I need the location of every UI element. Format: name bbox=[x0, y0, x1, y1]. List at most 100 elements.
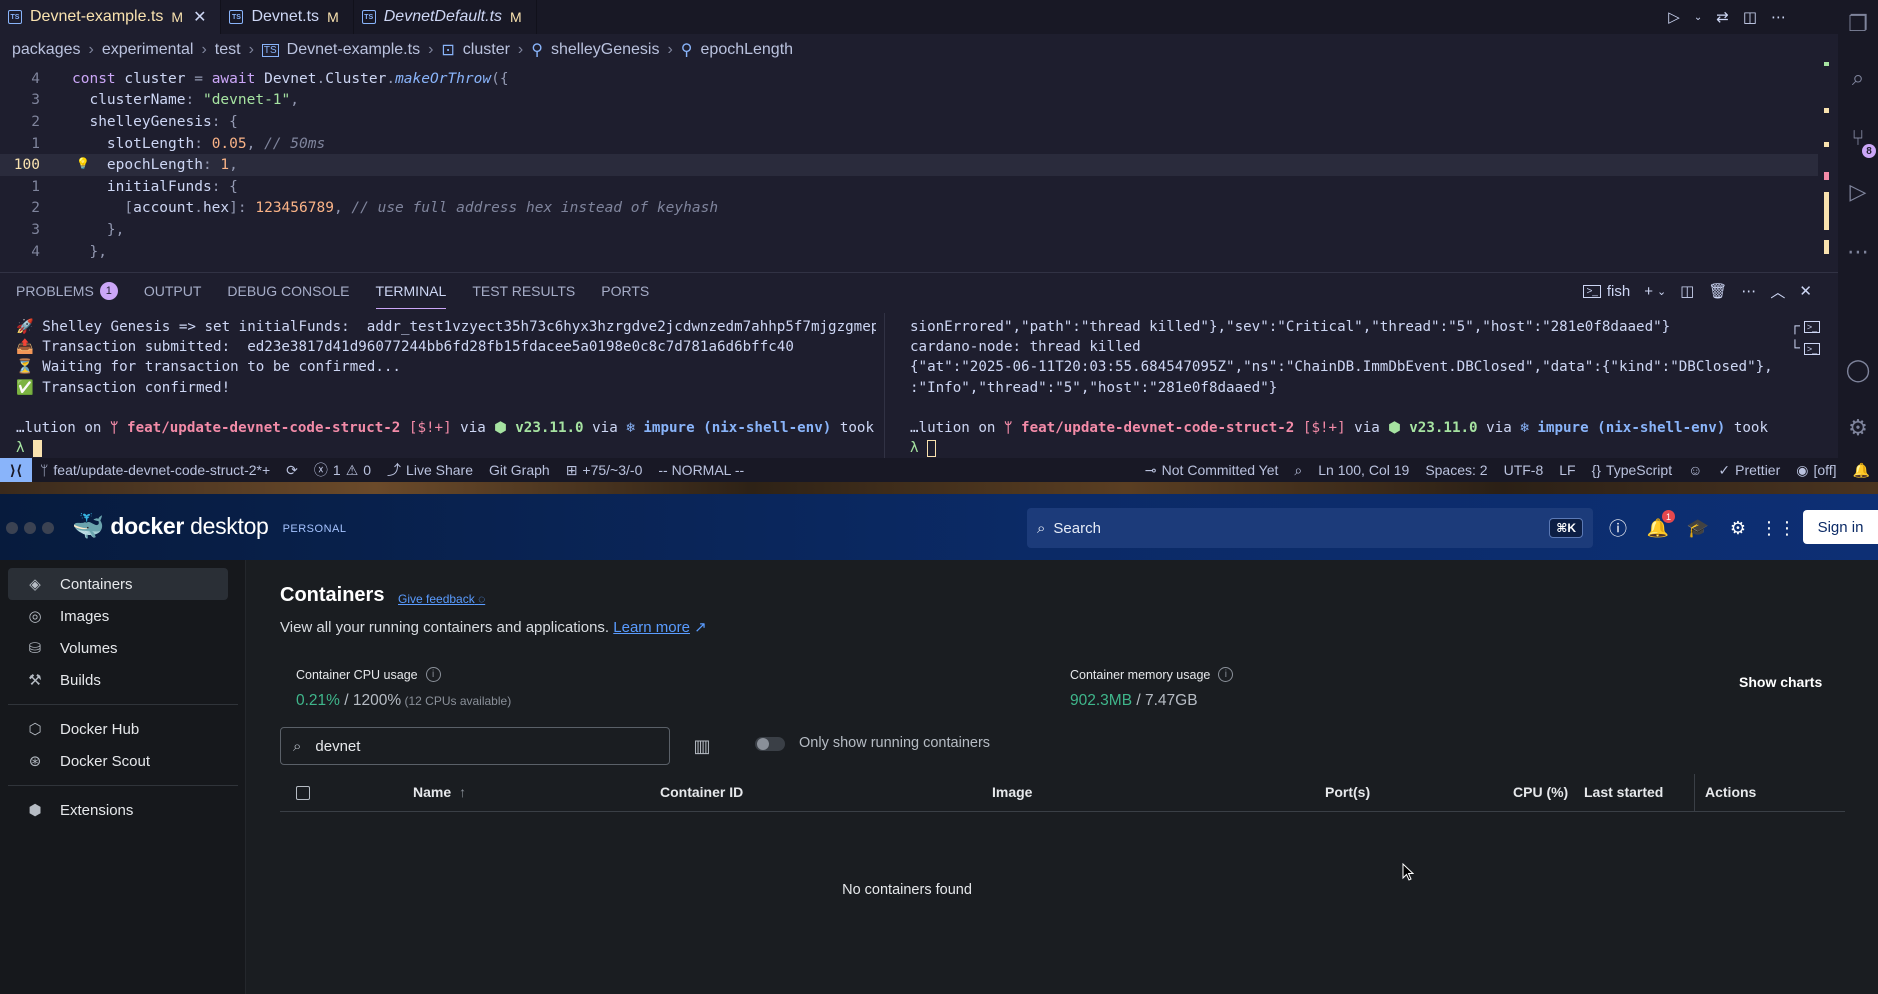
shell-input-line[interactable]: λ bbox=[910, 438, 1770, 457]
new-terminal-icon[interactable]: + bbox=[1644, 283, 1653, 300]
close-icon[interactable]: ✕ bbox=[1799, 282, 1812, 300]
code-line[interactable]: 3 clusterName: "devnet-1", bbox=[0, 90, 1818, 112]
tab-devnet-example[interactable]: TS Devnet-example.ts M ✕ bbox=[0, 0, 222, 34]
lightbulb-icon[interactable]: 💡 bbox=[76, 157, 90, 171]
code-line[interactable]: 2 [account.hex]: 123456789, // use full … bbox=[0, 198, 1818, 220]
bell-icon[interactable]: 🔔 bbox=[1845, 462, 1878, 479]
terminal-left[interactable]: 🚀 Shelley Genesis => set initialFunds: a… bbox=[16, 317, 876, 457]
more-icon[interactable]: ⋯ bbox=[1838, 232, 1878, 272]
learning-center-icon[interactable]: 🎓 bbox=[1686, 516, 1710, 540]
info-icon[interactable]: i bbox=[1218, 667, 1234, 682]
code-line[interactable]: 4 }, bbox=[0, 241, 1818, 263]
sidebar-item-images[interactable]: ◎ Images bbox=[8, 600, 228, 632]
diff-stats[interactable]: ⊞ +75/~3/-0 bbox=[558, 462, 651, 479]
live-share-button[interactable]: ⤴ Live Share bbox=[379, 460, 481, 480]
close-window-button[interactable] bbox=[6, 522, 18, 534]
show-charts-button[interactable]: Show charts bbox=[1739, 674, 1822, 690]
terminal-shell-label[interactable]: fish bbox=[1607, 283, 1630, 300]
more-actions-icon[interactable]: ⋯ bbox=[1771, 8, 1786, 26]
sidebar-item-docker-scout[interactable]: ⊛ Docker Scout bbox=[8, 745, 228, 777]
column-cpu[interactable]: CPU (%) bbox=[1513, 784, 1568, 800]
maximize-panel-icon[interactable]: ︿ bbox=[1770, 281, 1785, 302]
run-debug-icon[interactable]: ▷ bbox=[1838, 172, 1878, 212]
chevron-down-icon[interactable]: ⌄ bbox=[1657, 285, 1666, 298]
column-name[interactable]: Name ↑ bbox=[413, 784, 466, 800]
split-divider[interactable] bbox=[884, 313, 885, 459]
split-terminal-icon[interactable]: ◫ bbox=[1680, 282, 1694, 300]
git-blame[interactable]: ⊸ Not Committed Yet bbox=[1137, 462, 1286, 479]
breadcrumb-item[interactable]: experimental bbox=[102, 41, 194, 59]
zoom-icon[interactable]: ⌕ bbox=[1286, 462, 1310, 479]
sidebar-item-docker-hub[interactable]: ⬡ Docker Hub bbox=[8, 713, 228, 745]
more-actions-icon[interactable]: ⋯ bbox=[1741, 282, 1756, 300]
global-search[interactable]: ⌕ Search ⌘K bbox=[1027, 508, 1593, 548]
tab-output[interactable]: OUTPUT bbox=[144, 273, 202, 309]
tab-terminal[interactable]: TERMINAL bbox=[375, 273, 447, 309]
tab-ports[interactable]: PORTS bbox=[601, 273, 649, 309]
encoding[interactable]: UTF-8 bbox=[1496, 462, 1552, 478]
cursor-position[interactable]: Ln 100, Col 19 bbox=[1310, 462, 1417, 478]
select-all-checkbox[interactable] bbox=[296, 786, 310, 800]
explorer-icon[interactable]: ❐ bbox=[1838, 4, 1878, 44]
trash-icon[interactable]: 🗑 bbox=[1708, 282, 1727, 300]
split-editor-icon[interactable]: ◫ bbox=[1743, 8, 1757, 26]
container-search-input[interactable]: ⌕ devnet bbox=[280, 727, 670, 765]
remote-icon[interactable]: ⟩⟨ bbox=[0, 458, 32, 482]
sidebar-item-extensions[interactable]: ⬢ Extensions bbox=[8, 794, 228, 826]
breadcrumb-item[interactable]: shelleyGenesis bbox=[551, 41, 660, 59]
column-ports[interactable]: Port(s) bbox=[1325, 784, 1370, 800]
close-icon[interactable]: ✕ bbox=[193, 7, 206, 27]
column-last-started[interactable]: Last started bbox=[1584, 784, 1663, 800]
breadcrumb-item[interactable]: cluster bbox=[463, 41, 510, 59]
help-icon[interactable]: ⓘ bbox=[1606, 516, 1630, 540]
tab-devnet[interactable]: TS Devnet.ts M bbox=[221, 0, 354, 34]
git-graph-button[interactable]: Git Graph bbox=[481, 462, 558, 478]
shell-input-line[interactable]: λ bbox=[16, 438, 876, 457]
prettier-button[interactable]: ✓ Prettier bbox=[1710, 462, 1788, 479]
eol[interactable]: LF bbox=[1551, 462, 1583, 478]
language-mode[interactable]: {} TypeScript bbox=[1584, 462, 1681, 478]
gear-icon[interactable]: ⚙ bbox=[1838, 408, 1878, 448]
run-icon[interactable]: ▷ bbox=[1668, 8, 1680, 26]
account-icon[interactable]: ◯ bbox=[1838, 350, 1878, 390]
info-icon[interactable]: i bbox=[425, 667, 441, 682]
breadcrumb-item[interactable]: packages bbox=[12, 41, 81, 59]
indentation[interactable]: Spaces: 2 bbox=[1417, 462, 1495, 478]
give-feedback-link[interactable]: Give feedback ◌ bbox=[398, 592, 485, 606]
copilot-icon[interactable]: ☺ bbox=[1680, 462, 1710, 478]
code-editor[interactable]: 4 const cluster = await Devnet.Cluster.ma… bbox=[0, 68, 1818, 268]
extension-status[interactable]: ◉ [off] bbox=[1788, 462, 1844, 479]
sign-in-button[interactable]: Sign in bbox=[1803, 510, 1878, 544]
tab-debug-console[interactable]: DEBUG CONSOLE bbox=[227, 273, 349, 309]
sidebar-item-builds[interactable]: ⚒ Builds bbox=[8, 664, 228, 696]
code-line[interactable]: 3 }, bbox=[0, 219, 1818, 241]
column-container-id[interactable]: Container ID bbox=[660, 784, 743, 800]
sidebar-item-containers[interactable]: ◈ Containers bbox=[8, 568, 228, 600]
tab-test-results[interactable]: TEST RESULTS bbox=[472, 273, 575, 309]
git-branch[interactable]: ᛘ feat/update-devnet-code-struct-2*+ bbox=[32, 462, 278, 478]
breadcrumb-item[interactable]: Devnet-example.ts bbox=[287, 41, 420, 59]
terminal-right[interactable]: sionErrored","path":"thread killed"},"se… bbox=[910, 317, 1770, 457]
gear-icon[interactable]: ⚙ bbox=[1726, 516, 1750, 540]
code-line[interactable]: 4 const cluster = await Devnet.Cluster.ma… bbox=[0, 68, 1818, 90]
minimize-window-button[interactable] bbox=[24, 522, 36, 534]
compare-changes-icon[interactable]: ⇄ bbox=[1716, 8, 1729, 26]
terminal-instance-icon[interactable]: ┌ >_ bbox=[1790, 317, 1821, 333]
chevron-down-icon[interactable]: ⌄ bbox=[1694, 12, 1702, 23]
learn-more-link[interactable]: Learn more bbox=[613, 619, 690, 636]
columns-toggle-icon[interactable]: ▥ bbox=[691, 735, 713, 757]
code-line[interactable]: 2 shelleyGenesis: { bbox=[0, 111, 1818, 133]
terminal-instance-icon[interactable]: └ >_ bbox=[1790, 339, 1821, 355]
search-icon[interactable]: ⌕ bbox=[1838, 58, 1878, 98]
breadcrumb-item[interactable]: test bbox=[215, 41, 241, 59]
sync-icon[interactable]: ⟳ bbox=[278, 462, 306, 479]
running-only-toggle[interactable] bbox=[755, 737, 785, 751]
tab-devnet-default[interactable]: TS DevnetDefault.ts M bbox=[354, 0, 537, 34]
maximize-window-button[interactable] bbox=[42, 522, 54, 534]
column-image[interactable]: Image bbox=[992, 784, 1032, 800]
code-line[interactable]: 1 initialFunds: { bbox=[0, 176, 1818, 198]
breadcrumb-item[interactable]: epochLength bbox=[701, 41, 794, 59]
code-line[interactable]: 1 slotLength: 0.05, // 50ms bbox=[0, 133, 1818, 155]
apps-grid-icon[interactable]: ⋮⋮ bbox=[1760, 516, 1796, 540]
code-line[interactable]: 100 epochLength: 1, 💡 bbox=[0, 154, 1818, 176]
